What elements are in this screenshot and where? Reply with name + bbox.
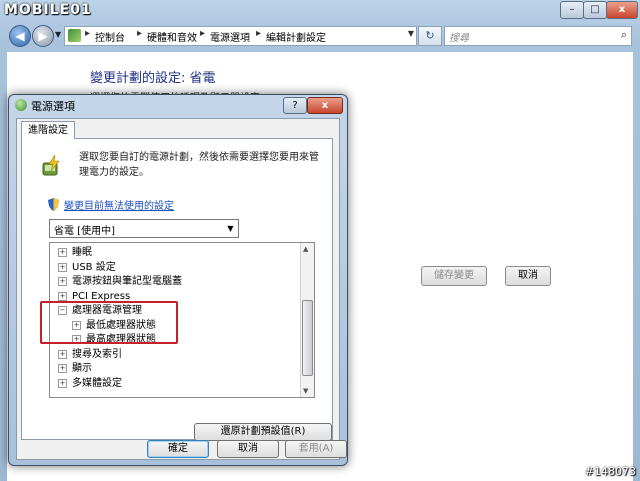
tab-panel: 選取您要自訂的電源計劃，然後依需要選擇您要用來管理電力的設定。 變更目前無法使用…	[21, 138, 333, 441]
tree-item-label: USB 設定	[72, 261, 116, 273]
dialog-cancel-button[interactable]: 取消	[217, 440, 279, 458]
highlight-annotation	[40, 301, 178, 344]
control-panel-icon	[68, 29, 81, 42]
power-options-dialog: 電源選項 ? x 進階設定 選取您要自訂的電源計劃，然後依需要選擇您要用來管理電…	[8, 94, 348, 466]
tree-item[interactable]: + USB 設定	[58, 261, 116, 275]
uac-shield-icon	[48, 198, 59, 211]
breadcrumb-edit-plan[interactable]: 編輯計劃設定	[266, 29, 326, 44]
page-title: 變更計劃的設定: 省電	[90, 71, 216, 86]
watermark-logo: MOBILE01	[4, 2, 92, 18]
back-button[interactable]: ◀	[9, 25, 31, 47]
apply-button[interactable]: 套用(A)	[285, 440, 347, 458]
history-dropdown-icon[interactable]: ▼	[55, 30, 61, 39]
address-dropdown-icon[interactable]: ▼	[408, 29, 414, 38]
scroll-up-icon[interactable]: ▲	[303, 245, 308, 253]
expand-icon[interactable]: +	[58, 291, 67, 301]
dialog-body: 進階設定 選取您要自訂的電源計劃，然後依需要選擇您要用來管理電力的設定。 變更目…	[16, 118, 347, 460]
maximize-button[interactable]: □	[583, 1, 607, 19]
expand-icon[interactable]: +	[58, 262, 67, 272]
forward-button[interactable]: ▶	[32, 25, 54, 47]
help-button[interactable]: ?	[283, 97, 307, 114]
minimize-button[interactable]: –	[560, 1, 584, 19]
tree-item[interactable]: + 電源按鈕與筆記型電腦蓋	[58, 275, 182, 289]
ok-button[interactable]: 確定	[147, 440, 209, 458]
tree-item-label: 搜尋及索引	[72, 348, 122, 360]
scroll-down-icon[interactable]: ▼	[303, 387, 308, 395]
breadcrumb-separator-icon[interactable]: ▸	[85, 28, 90, 39]
chevron-down-icon[interactable]: ▼	[223, 220, 238, 237]
restore-defaults-button[interactable]: 還原計劃預設值(R)	[194, 423, 332, 441]
tree-item[interactable]: + 睡眠	[58, 246, 92, 260]
search-input[interactable]: 搜尋 ⌕	[444, 26, 632, 46]
refresh-button[interactable]: ↻	[418, 26, 442, 46]
change-unavailable-settings-link[interactable]: 變更目前無法使用的設定	[64, 197, 174, 212]
power-plan-icon	[42, 154, 60, 176]
tree-scrollbar[interactable]: ▲ ▼	[300, 243, 314, 397]
tree-item[interactable]: + 多媒體設定	[58, 377, 122, 391]
dialog-description: 選取您要自訂的電源計劃，然後依需要選擇您要用來管理電力的設定。	[79, 152, 319, 178]
breadcrumb-separator-icon[interactable]: ▸	[200, 28, 205, 39]
expand-icon[interactable]: +	[58, 349, 67, 359]
dialog-title: 電源選項	[31, 100, 75, 113]
breadcrumb-separator-icon[interactable]: ▸	[137, 28, 142, 39]
tree-item-label: 多媒體設定	[72, 377, 122, 389]
tree-item[interactable]: + 顯示	[58, 362, 92, 376]
tree-item-label: PCI Express	[72, 290, 131, 302]
save-changes-button[interactable]: 儲存變更	[421, 266, 487, 286]
breadcrumb-hardware-sound[interactable]: 硬體和音效	[147, 29, 197, 44]
tree-item[interactable]: + 搜尋及索引	[58, 348, 122, 362]
search-icon[interactable]: ⌕	[621, 28, 627, 42]
tree-item-label: 電源按鈕與筆記型電腦蓋	[72, 276, 182, 287]
expand-icon[interactable]: +	[58, 364, 67, 373]
power-options-icon	[15, 99, 27, 111]
dialog-close-button[interactable]: x	[307, 97, 343, 114]
search-placeholder: 搜尋	[449, 33, 469, 44]
navigation-bar: ◀ ▶ ▼ ▸ 控制台 ▸ 硬體和音效 ▸ 電源選項 ▸ 編輯計劃設定 ▼ ↻ …	[0, 22, 640, 50]
tree-item-label: 顯示	[72, 363, 92, 374]
title-bar: MOBILE01 – □ x	[0, 0, 640, 22]
address-bar[interactable]: ▸ 控制台 ▸ 硬體和音效 ▸ 電源選項 ▸ 編輯計劃設定 ▼	[64, 26, 417, 46]
expand-icon[interactable]: +	[58, 248, 67, 257]
power-plan-value: 省電 [使用中]	[54, 226, 115, 237]
breadcrumb-control-panel[interactable]: 控制台	[95, 29, 125, 44]
power-plan-select[interactable]: 省電 [使用中] ▼	[49, 219, 239, 238]
scroll-thumb[interactable]	[302, 300, 313, 376]
tab-advanced-settings[interactable]: 進階設定	[21, 121, 75, 139]
tree-item-label: 睡眠	[72, 247, 92, 258]
watermark-id: #148073	[584, 465, 636, 478]
close-button[interactable]: x	[606, 1, 638, 19]
cancel-button[interactable]: 取消	[505, 266, 551, 286]
expand-icon[interactable]: +	[58, 378, 67, 388]
breadcrumb-separator-icon[interactable]: ▸	[256, 28, 261, 39]
expand-icon[interactable]: +	[58, 277, 67, 286]
breadcrumb-power-options[interactable]: 電源選項	[210, 29, 250, 44]
